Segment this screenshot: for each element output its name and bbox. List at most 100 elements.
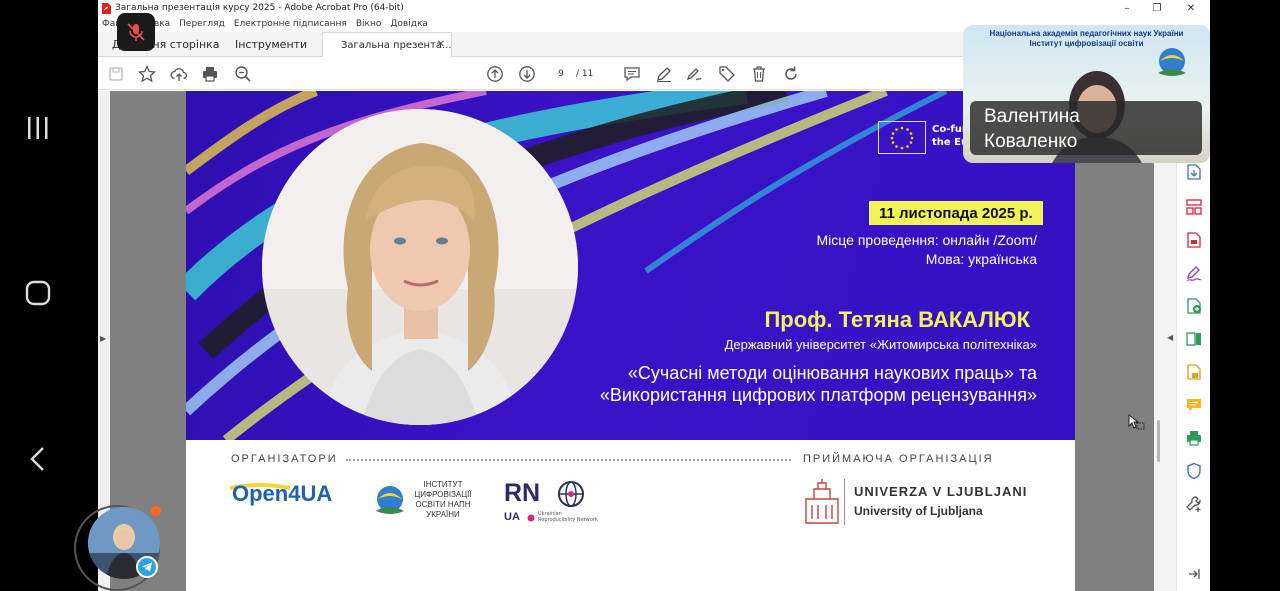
upload-button[interactable] xyxy=(168,63,190,85)
collapse-tools-button[interactable] xyxy=(1183,563,1205,585)
event-date: 11 листопада 2025 р. xyxy=(869,201,1043,225)
screen-right-edge xyxy=(1210,0,1280,591)
arrow-right-bar-icon xyxy=(1189,569,1200,579)
pen-icon xyxy=(657,67,671,82)
page-number-input[interactable]: 9 xyxy=(550,66,572,82)
dotted-divider xyxy=(346,459,791,461)
participant-first-name: Валентина xyxy=(984,106,1080,127)
back-button[interactable] xyxy=(0,434,75,484)
mic-off-icon xyxy=(127,23,145,41)
zoom-out-icon xyxy=(235,66,251,82)
create-pdf-tool[interactable] xyxy=(1183,295,1205,317)
slide-banner: Co-fun the Eu 11 листопада 2025 р. Місце… xyxy=(186,91,1075,440)
comment-icon xyxy=(624,67,640,82)
protect-pdf-tool[interactable] xyxy=(1183,361,1205,383)
rn-logo-subtitle: Ukrainian Reproducibility Network xyxy=(538,511,598,523)
delete-button[interactable] xyxy=(748,63,770,85)
compress-pdf-tool[interactable] xyxy=(1183,229,1205,251)
open4ua-logo: Open4UA xyxy=(232,481,333,506)
tab-tools[interactable]: Інструменти xyxy=(235,32,307,57)
shield-icon xyxy=(1187,462,1201,480)
save-button[interactable] xyxy=(105,63,127,85)
institute-logo-icon xyxy=(376,486,404,514)
close-window-button[interactable]: ✕ xyxy=(1176,0,1206,16)
participant-video-tile[interactable]: Національна академія педагогічних наук У… xyxy=(963,25,1210,163)
participant-last-name: Коваленко xyxy=(984,131,1078,152)
rn-dot-icon xyxy=(527,514,535,522)
mouse-cursor-icon xyxy=(1128,414,1145,430)
comment-tool[interactable] xyxy=(1183,394,1205,416)
trash-icon xyxy=(753,66,765,82)
protect-tool[interactable] xyxy=(1183,460,1205,482)
print-production-tool[interactable] xyxy=(1183,427,1205,449)
android-nav-bar xyxy=(0,0,75,591)
ljubljana-building-icon xyxy=(805,479,839,524)
print-button[interactable] xyxy=(199,63,221,85)
participant-name-tag: Валентина Коваленко xyxy=(970,101,1202,155)
close-tab-button[interactable]: ✕ xyxy=(437,39,445,50)
window-title: Загальна презентація курсу 2025 - Adobe … xyxy=(115,3,404,13)
event-language: Мова: українська xyxy=(925,251,1037,267)
scrollbar-thumb[interactable] xyxy=(1157,420,1160,462)
minimize-button[interactable]: – xyxy=(1112,0,1142,16)
recents-icon xyxy=(27,117,47,139)
expand-left-pane-icon[interactable]: ▶ xyxy=(100,334,106,343)
edit-pdf-tool[interactable] xyxy=(1183,328,1205,350)
save-icon xyxy=(109,67,123,81)
zoom-button[interactable] xyxy=(232,63,254,85)
event-venue: Місце проведення: онлайн /Zoom/ xyxy=(816,232,1037,248)
menu-help[interactable]: Довідка xyxy=(390,19,428,29)
organize-pages-tool[interactable] xyxy=(1183,196,1205,218)
fill-sign-tool[interactable] xyxy=(1183,262,1205,284)
logo-separator xyxy=(844,479,845,525)
draw-button[interactable] xyxy=(684,63,706,85)
video-globe-logo xyxy=(1158,48,1186,76)
arrow-down-circle-icon xyxy=(519,66,535,82)
create-pdf-icon xyxy=(1187,298,1201,314)
highlight-button[interactable] xyxy=(653,63,675,85)
talk-topic-line1: «Сучасні методи оцінювання наукових прац… xyxy=(627,363,1037,383)
recent-apps-button[interactable] xyxy=(0,103,75,153)
export-pdf-tool[interactable] xyxy=(1183,161,1205,183)
menu-e-sign[interactable]: Електронне підписання xyxy=(234,19,347,29)
video-header-line1: Національна академія педагогічних наук У… xyxy=(989,29,1184,38)
title-bar: Загальна презентація курсу 2025 - Adobe … xyxy=(98,0,1210,16)
ua-logo: UA xyxy=(504,511,520,523)
telegram-badge xyxy=(136,556,158,578)
comment-tool-icon xyxy=(1187,399,1201,411)
organizers-label: ОРГАНІЗАТОРИ xyxy=(231,453,338,465)
university-ljubljana-name-en: University of Ljubljana xyxy=(854,504,983,518)
eu-flag xyxy=(878,121,926,154)
compress-pdf-icon xyxy=(1187,232,1201,248)
notification-dot xyxy=(151,506,161,516)
edit-pdf-icon xyxy=(1186,332,1201,346)
more-tools[interactable] xyxy=(1183,493,1205,515)
tab-document[interactable]: Загальна презента... ✕ xyxy=(322,32,452,58)
collapse-right-pane-icon[interactable]: ◀ xyxy=(1167,333,1173,342)
document-lock-icon xyxy=(1187,364,1201,380)
export-pdf-icon xyxy=(1187,164,1201,180)
menu-window[interactable]: Вікно xyxy=(356,19,382,29)
speaker-name: Проф. Тетяна ВАКАЛЮК xyxy=(764,307,1030,332)
previous-page-button[interactable] xyxy=(484,63,506,85)
rotate-button[interactable] xyxy=(780,63,802,85)
telegram-icon xyxy=(142,562,152,572)
page-total: / 11 xyxy=(576,69,594,79)
screen: Загальна презентація курсу 2025 - Adobe … xyxy=(0,0,1280,591)
print-icon xyxy=(203,67,217,82)
wrench-plus-icon xyxy=(1186,496,1201,512)
speaker-university: Державний університет «Житомирська політ… xyxy=(724,337,1037,352)
next-page-button[interactable] xyxy=(516,63,538,85)
menu-view[interactable]: Перегляд xyxy=(179,19,225,29)
institute-logo-text: ІНСТИТУТ ЦИФРОВІЗАЦІЇ ОСВІТИ НАПН УКРАЇН… xyxy=(414,480,472,519)
comment-button[interactable] xyxy=(621,63,643,85)
mute-microphone-button[interactable] xyxy=(117,13,155,51)
star-icon xyxy=(138,65,156,83)
stamp-button[interactable] xyxy=(716,63,738,85)
fill-sign-icon xyxy=(1186,266,1202,282)
maximize-button[interactable]: ❐ xyxy=(1142,0,1172,16)
bookmark-button[interactable] xyxy=(136,63,158,85)
speaker-photo xyxy=(262,109,578,425)
home-button[interactable] xyxy=(0,268,75,318)
talk-topic-line2: «Використання цифрових платформ рецензув… xyxy=(599,385,1037,405)
